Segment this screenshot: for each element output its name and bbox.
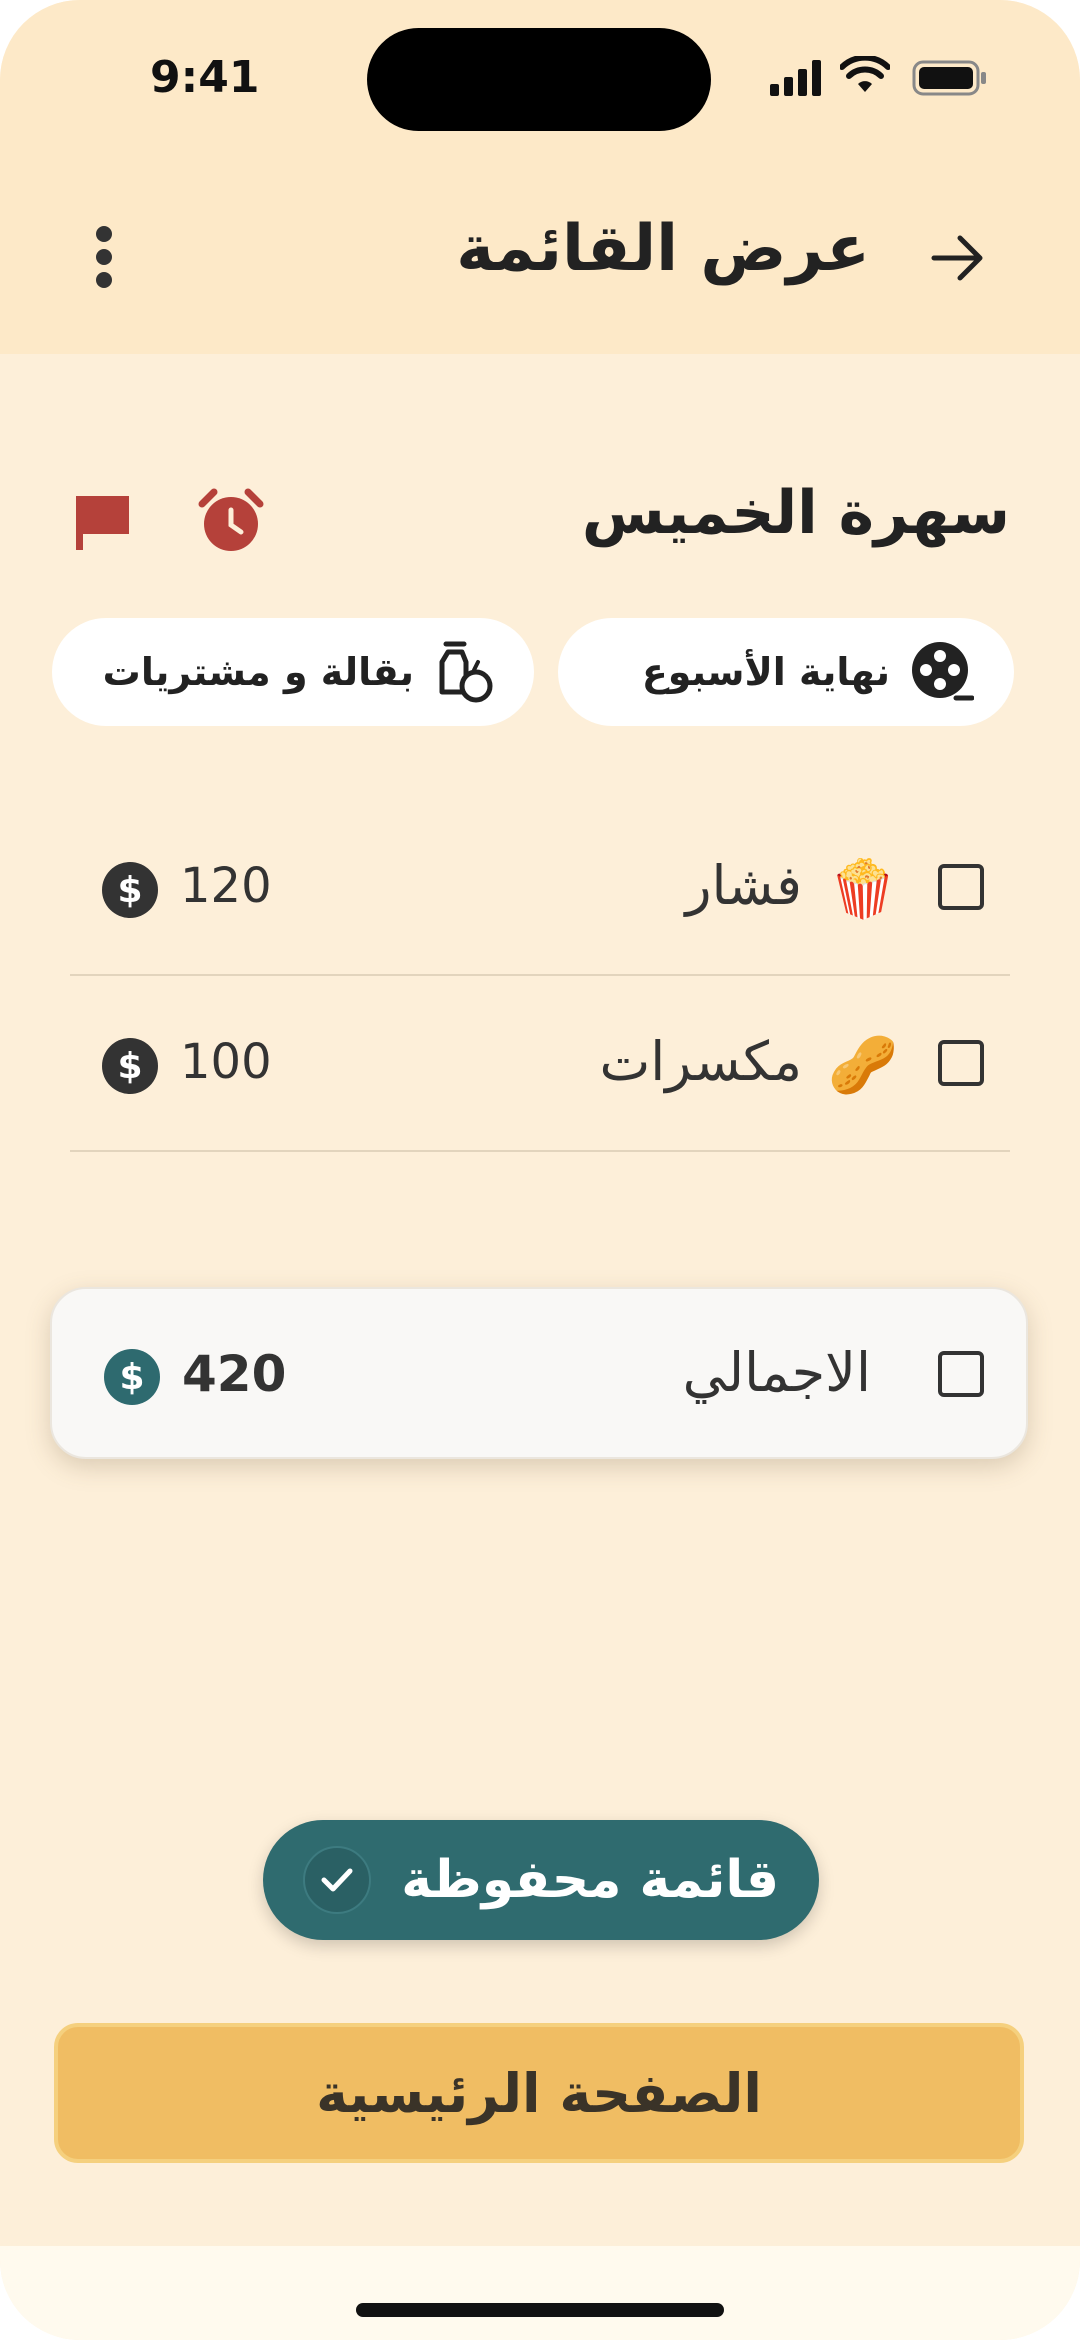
- item-checkbox[interactable]: [938, 1040, 984, 1086]
- home-indicator[interactable]: [356, 2303, 724, 2317]
- flag-icon[interactable]: [74, 494, 132, 552]
- popcorn-icon: 🍿: [828, 857, 898, 922]
- wifi-icon: [840, 56, 890, 92]
- dynamic-island: [367, 28, 711, 131]
- list-title: سهرة الخميس: [581, 478, 1010, 548]
- total-label: الاجمالي: [682, 1341, 871, 1404]
- chip-label: بقالة و مشتريات: [102, 650, 414, 694]
- item-name: مكسرات: [599, 1030, 802, 1093]
- tag-chip-groceries[interactable]: بقالة و مشتريات: [52, 618, 534, 726]
- app-screen: 9:41 عرض القائمة سهرة الخميس نهاية الأسب…: [0, 0, 1080, 2340]
- total-card: الاجمالي 420 $: [50, 1287, 1028, 1459]
- list-item: 🍿 فشار 120 $: [70, 800, 1010, 976]
- more-vertical-icon[interactable]: [86, 226, 122, 288]
- dollar-icon: $: [104, 1349, 160, 1405]
- groceries-icon: [434, 640, 494, 704]
- page-title: عرض القائمة: [456, 212, 870, 286]
- battery-icon: [912, 60, 986, 96]
- signal-icon: [770, 60, 821, 96]
- film-reel-icon: [910, 640, 974, 704]
- arrow-right-icon[interactable]: [928, 230, 988, 286]
- item-price: 100: [180, 1034, 272, 1090]
- saved-toast: قائمة محفوظة: [263, 1820, 819, 1940]
- item-price: 120: [180, 858, 272, 914]
- home-button[interactable]: الصفحة الرئيسية: [54, 2023, 1024, 2163]
- item-name: فشار: [685, 854, 802, 917]
- alarm-clock-icon[interactable]: [196, 488, 266, 554]
- total-checkbox[interactable]: [938, 1351, 984, 1397]
- check-icon: [303, 1846, 371, 1914]
- chip-label: نهاية الأسبوع: [641, 650, 890, 694]
- tag-chip-weekend[interactable]: نهاية الأسبوع: [558, 618, 1014, 726]
- dollar-icon: $: [102, 1038, 158, 1094]
- dollar-icon: $: [102, 862, 158, 918]
- list-item: 🥜 مكسرات 100 $: [70, 976, 1010, 1152]
- total-value: 420: [182, 1345, 287, 1403]
- status-time: 9:41: [150, 52, 260, 103]
- toast-text: قائمة محفوظة: [401, 1850, 779, 1910]
- peanut-icon: 🥜: [828, 1033, 898, 1098]
- bottom-safe-area: [0, 2246, 1080, 2340]
- home-button-label: الصفحة الرئيسية: [316, 2061, 762, 2125]
- divider: [70, 1150, 1010, 1152]
- item-checkbox[interactable]: [938, 864, 984, 910]
